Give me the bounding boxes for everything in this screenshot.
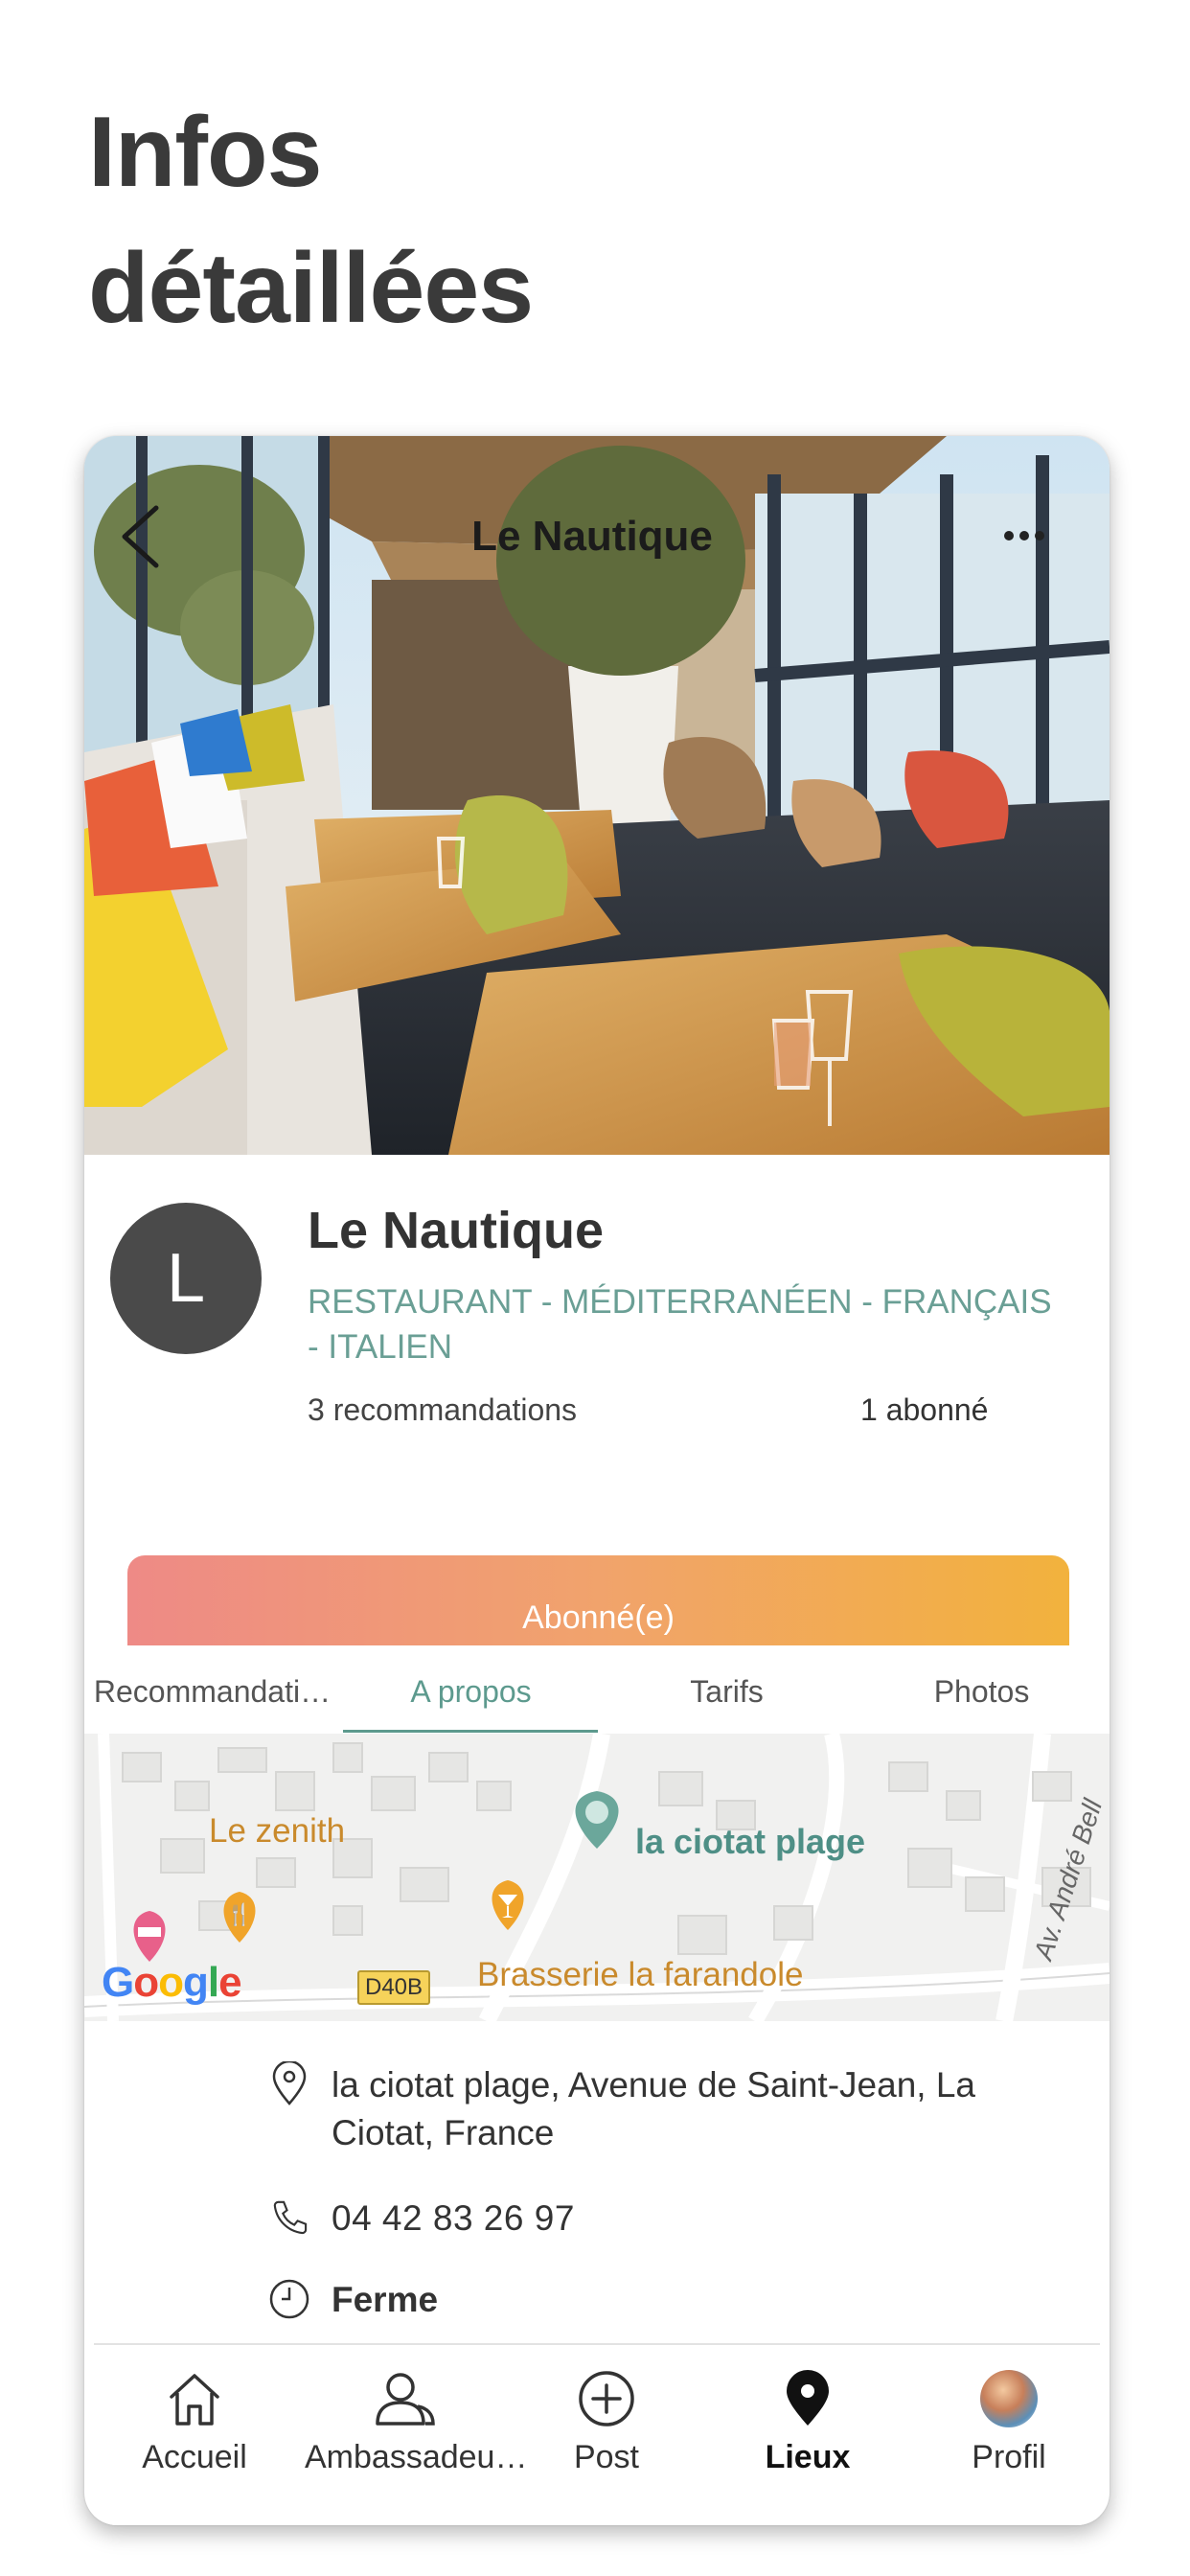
followers-count[interactable]: 1 abonné [860,1392,988,1428]
bottom-nav: Accueil Ambassadeu… Post Lieux Profil [94,2343,1100,2525]
place-name: Le Nautique [308,1202,605,1259]
map-label-zenith: Le zenith [209,1812,346,1850]
hours-row: Ferme [268,2274,438,2326]
home-icon [170,2374,219,2426]
back-button[interactable] [113,503,171,570]
phone-screen: Le Nautique L Le Nautique RESTAURANT - M… [84,436,1110,2525]
place-categories: RESTAURANT - MÉDITERRANÉEN - FRANÇAIS - … [308,1283,1052,1366]
road-badge: D40B [357,1970,431,2005]
top-bar: Le Nautique [84,436,1110,580]
nav-label-post: Post [573,2439,640,2475]
map-label-brasserie: Brasserie la farandole [477,1956,804,1993]
more-dot [1019,531,1029,540]
nav-label-profil: Profil [972,2439,1046,2475]
profile-avatar [980,2370,1038,2427]
nav-ambassadeurs[interactable]: Ambassadeu… [305,2364,528,2476]
tab-photos[interactable]: Photos [854,1645,1110,1734]
tab-recommandations[interactable]: Recommandati… [84,1645,340,1734]
more-dots-icon [1004,531,1014,540]
map-label-plage: la ciotat plage [635,1822,866,1861]
place-avatar: L [110,1203,262,1354]
svg-text:🍴: 🍴 [226,1902,252,1927]
restaurant-photo: Le Nautique [84,436,1110,1155]
nav-label-ambassadeurs: Ambassadeu… [305,2439,528,2475]
page-title: Infos détaillées [88,97,534,344]
address-text: la ciotat plage, Avenue de Saint-Jean, L… [332,2065,975,2152]
map-pin-outline-icon [272,2061,307,2105]
nav-accueil[interactable]: Accueil [94,2364,295,2476]
recommendations-count[interactable]: 3 recommandations [308,1392,577,1428]
more-button[interactable] [1004,528,1062,547]
nav-profil[interactable]: Profil [908,2364,1110,2476]
top-bar-title: Le Nautique [471,513,713,560]
users-icon [376,2373,435,2426]
follow-button[interactable]: Abonné(e) [127,1555,1069,1646]
nav-post[interactable]: Post [506,2364,707,2476]
active-tab-indicator [343,1730,598,1733]
map-pin-icon [787,2370,829,2426]
google-logo: Google [102,1959,242,2006]
location-map[interactable]: 🍴 Le zenith la ciotat plage Brasserie la… [84,1734,1110,2021]
phone-icon [273,2200,308,2235]
tab-bar: Recommandati… A propos Tarifs Photos [84,1645,1110,1734]
address-row[interactable]: la ciotat plage, Avenue de Saint-Jean, L… [268,2061,1060,2157]
hours-status: Ferme [332,2280,439,2319]
phone-row[interactable]: 04 42 83 26 97 [268,2196,575,2242]
phone-number: 04 42 83 26 97 [332,2198,575,2238]
tab-tarifs[interactable]: Tarifs [599,1645,855,1734]
chevron-left-icon [122,505,159,568]
more-dot [1035,531,1044,540]
nav-lieux[interactable]: Lieux [707,2364,908,2476]
plus-circle-icon [579,2371,634,2426]
nav-label-accueil: Accueil [142,2439,247,2475]
clock-icon [269,2279,309,2319]
nav-label-lieux: Lieux [765,2439,851,2475]
tab-a-propos[interactable]: A propos [343,1645,599,1734]
